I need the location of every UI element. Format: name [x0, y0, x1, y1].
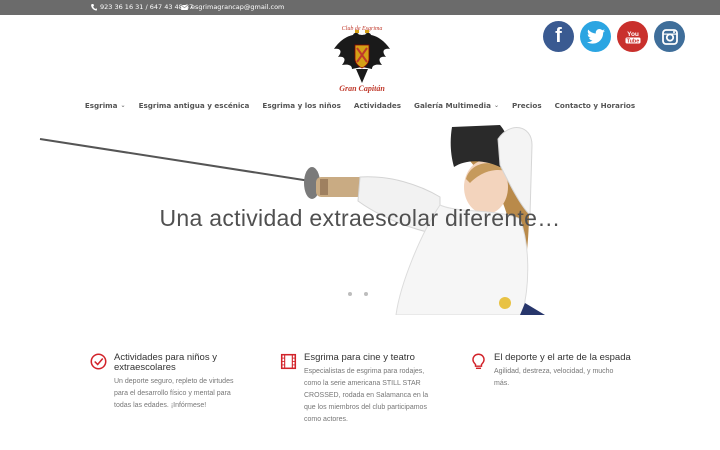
feature-text: Un deporte seguro, repleto de virtudes p…: [114, 378, 234, 409]
phone-number: 923 36 16 31 / 647 43 48 87: [100, 3, 194, 11]
main-nav: Esgrima ⌄ Esgrima antigua y escénica Esgr…: [0, 101, 720, 110]
twitter-icon[interactable]: [580, 21, 611, 52]
phone-icon: [91, 3, 97, 10]
email-address: esgrimagrancap@gmail.com: [191, 3, 285, 11]
email-contact[interactable]: esgrimagrancap@gmail.com: [181, 3, 284, 11]
feature-title: Actividades para niños y extraescolares: [114, 352, 217, 373]
svg-text:Gran Capitán: Gran Capitán: [339, 84, 385, 93]
hero-title: Una actividad extraescolar diferente…: [159, 205, 561, 231]
mail-icon: [181, 4, 188, 10]
nav-item-galeria[interactable]: Galería Multimedia ⌄: [414, 101, 499, 110]
slider-dot-2[interactable]: [364, 292, 368, 296]
slider-dots: [348, 292, 368, 296]
facebook-icon[interactable]: f: [543, 21, 574, 52]
club-logo[interactable]: Club de Esgrima Gran Capitán: [328, 21, 396, 95]
nav-item-esgrima-antigua[interactable]: Esgrima antigua y escénica: [139, 101, 250, 110]
feature-text: Especialistas de esgrima para rodajes, c…: [304, 368, 429, 423]
social-links: f You Tube: [543, 21, 685, 52]
phone-contact[interactable]: 923 36 16 31 / 647 43 48 87: [91, 3, 193, 11]
lightbulb-icon: [472, 353, 485, 370]
check-circle-icon: [90, 353, 107, 370]
youtube-icon[interactable]: You Tube: [617, 21, 648, 52]
nav-item-precios[interactable]: Precios: [512, 101, 542, 110]
chevron-down-icon: ⌄: [493, 102, 499, 109]
hero-slider[interactable]: Una actividad extraescolar diferente…: [0, 125, 720, 315]
svg-text:You: You: [627, 31, 639, 38]
feature-text: Agilidad, destreza, velocidad, y mucho m…: [494, 368, 614, 387]
chevron-down-icon: ⌄: [120, 102, 126, 109]
nav-item-actividades[interactable]: Actividades: [354, 101, 401, 110]
film-icon: [280, 353, 297, 370]
site-header: Club de Esgrima Gran Capitán f You Tube E…: [0, 15, 720, 126]
instagram-icon[interactable]: [654, 21, 685, 52]
nav-item-contacto[interactable]: Contacto y Horarios: [555, 101, 636, 110]
svg-text:Club de Esgrima: Club de Esgrima: [342, 26, 383, 32]
feature-title: El deporte y el arte de la espada: [494, 352, 631, 363]
nav-item-esgrima-ninos[interactable]: Esgrima y los niños: [262, 101, 340, 110]
nav-item-esgrima[interactable]: Esgrima ⌄: [85, 101, 126, 110]
top-bar: 923 36 16 31 / 647 43 48 87 esgrimagranc…: [0, 0, 720, 15]
feature-title: Esgrima para cine y teatro: [304, 352, 415, 363]
svg-text:Tube: Tube: [626, 38, 639, 44]
slider-dot-1[interactable]: [348, 292, 352, 296]
